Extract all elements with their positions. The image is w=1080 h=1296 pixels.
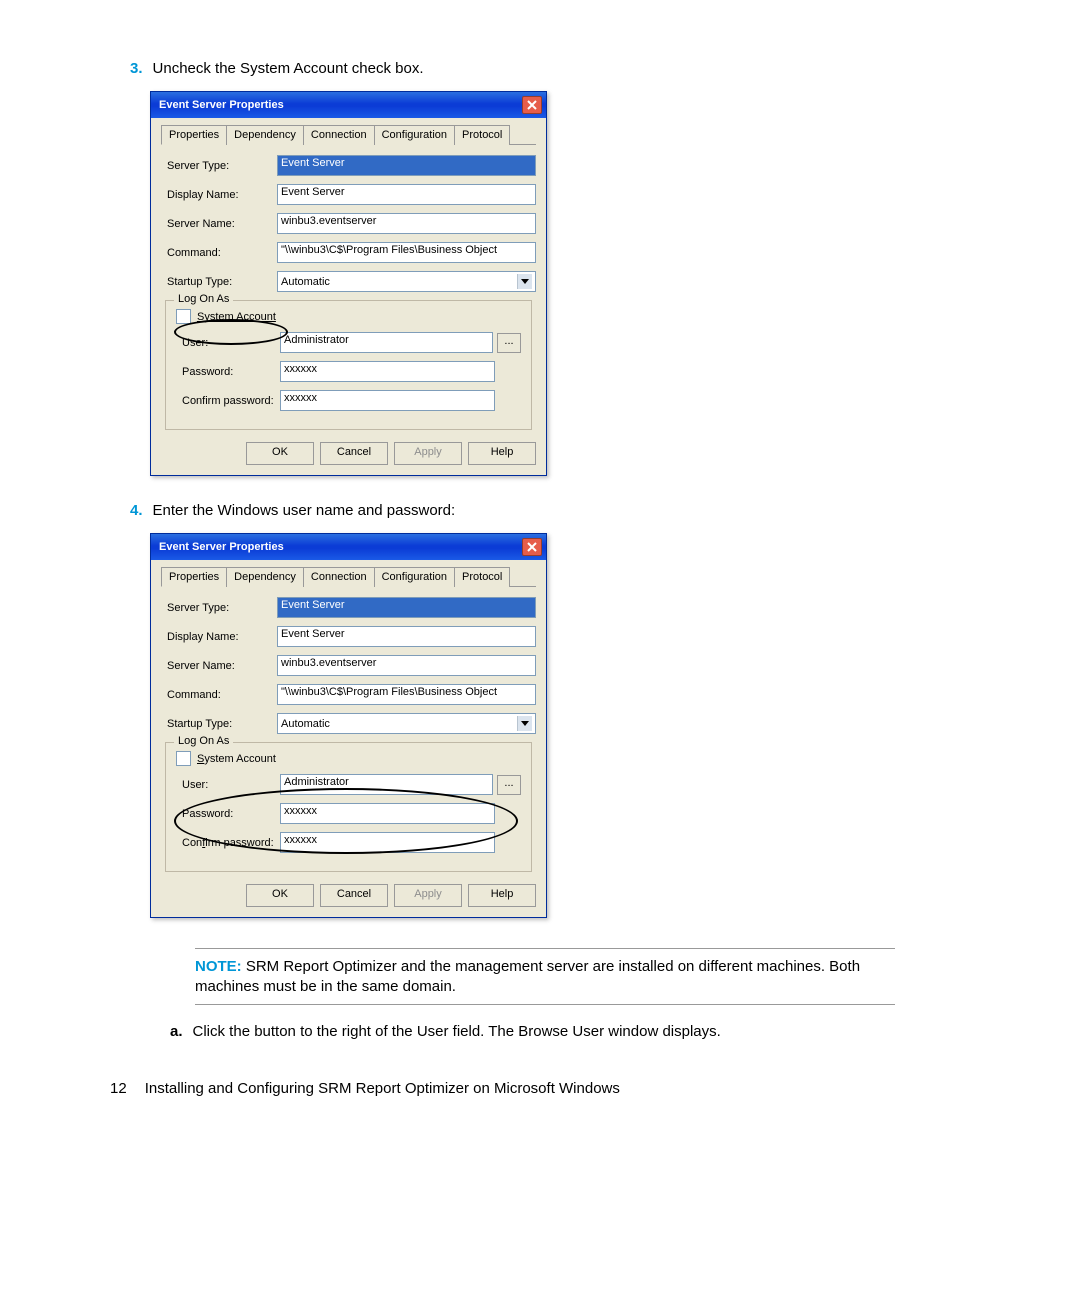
note-text: SRM Report Optimizer and the management …: [195, 958, 860, 995]
tab-dependency[interactable]: Dependency: [226, 567, 304, 587]
input-server-type[interactable]: Event Server: [277, 155, 536, 176]
input-server-type[interactable]: Event Server: [277, 597, 536, 618]
note-label: NOTE:: [195, 958, 242, 975]
titlebar[interactable]: Event Server Properties: [151, 92, 546, 118]
step-text: Enter the Windows user name and password…: [153, 502, 456, 519]
dialog-title: Event Server Properties: [159, 99, 284, 111]
checkbox-system-account[interactable]: [176, 309, 191, 324]
label-server-type: Server Type:: [161, 602, 277, 614]
label-startup-type: Startup Type:: [161, 718, 277, 730]
label-command: Command:: [161, 689, 277, 701]
apply-button[interactable]: Apply: [394, 442, 462, 465]
cancel-button[interactable]: Cancel: [320, 442, 388, 465]
tab-connection[interactable]: Connection: [303, 125, 375, 145]
browse-user-button[interactable]: ...: [497, 333, 521, 353]
substep-a: a. Click the button to the right of the …: [170, 1023, 970, 1040]
tab-configuration[interactable]: Configuration: [374, 125, 455, 145]
label-startup-type: Startup Type:: [161, 276, 277, 288]
step-text: Uncheck the System Account check box.: [153, 60, 424, 77]
ok-button[interactable]: OK: [246, 884, 314, 907]
select-startup-type[interactable]: Automatic: [277, 713, 536, 734]
dialog-event-server-properties-2: Event Server Properties Properties Depen…: [150, 533, 547, 918]
label-command: Command:: [161, 247, 277, 259]
label-user: User:: [176, 779, 280, 791]
input-password[interactable]: xxxxxx: [280, 361, 495, 382]
input-display-name[interactable]: Event Server: [277, 626, 536, 647]
label-system-account: System Account: [197, 753, 276, 765]
label-server-type: Server Type:: [161, 160, 277, 172]
input-confirm[interactable]: xxxxxx: [280, 832, 495, 853]
tab-properties[interactable]: Properties: [161, 125, 227, 145]
input-confirm[interactable]: xxxxxx: [280, 390, 495, 411]
page-footer: 12 Installing and Configuring SRM Report…: [110, 1080, 970, 1097]
chevron-down-icon: [517, 716, 532, 731]
tab-protocol[interactable]: Protocol: [454, 125, 510, 145]
step-number: 3.: [130, 60, 143, 77]
browse-user-button[interactable]: ...: [497, 775, 521, 795]
tab-protocol[interactable]: Protocol: [454, 567, 510, 587]
help-button[interactable]: Help: [468, 442, 536, 465]
fieldset-logon: Log On As System Account User: Administr…: [165, 300, 532, 430]
note-block: NOTE: SRM Report Optimizer and the manag…: [195, 948, 895, 1005]
step-3: 3. Uncheck the System Account check box.: [130, 60, 970, 77]
step-number: 4.: [130, 502, 143, 519]
help-button[interactable]: Help: [468, 884, 536, 907]
tab-configuration[interactable]: Configuration: [374, 567, 455, 587]
label-confirm: Confirm password:: [176, 837, 280, 849]
checkbox-system-account[interactable]: [176, 751, 191, 766]
label-server-name: Server Name:: [161, 218, 277, 230]
tab-dependency[interactable]: Dependency: [226, 125, 304, 145]
label-confirm: Confirm password:: [176, 395, 280, 407]
select-startup-type[interactable]: Automatic: [277, 271, 536, 292]
label-password: Password:: [176, 808, 280, 820]
apply-button[interactable]: Apply: [394, 884, 462, 907]
titlebar[interactable]: Event Server Properties: [151, 534, 546, 560]
cancel-button[interactable]: Cancel: [320, 884, 388, 907]
tab-properties[interactable]: Properties: [161, 567, 227, 587]
label-system-account: System Account: [197, 311, 276, 323]
label-server-name: Server Name:: [161, 660, 277, 672]
input-password[interactable]: xxxxxx: [280, 803, 495, 824]
dialog-event-server-properties: Event Server Properties Properties Depen…: [150, 91, 547, 476]
input-display-name[interactable]: Event Server: [277, 184, 536, 205]
ok-button[interactable]: OK: [246, 442, 314, 465]
page-number: 12: [110, 1080, 127, 1097]
input-server-name[interactable]: winbu3.eventserver: [277, 655, 536, 676]
label-display-name: Display Name:: [161, 631, 277, 643]
label-display-name: Display Name:: [161, 189, 277, 201]
tab-connection[interactable]: Connection: [303, 567, 375, 587]
input-server-name[interactable]: winbu3.eventserver: [277, 213, 536, 234]
close-icon[interactable]: [522, 538, 542, 556]
legend-logon: Log On As: [174, 735, 233, 747]
dialog-title: Event Server Properties: [159, 541, 284, 553]
footer-title: Installing and Configuring SRM Report Op…: [145, 1080, 620, 1097]
input-command[interactable]: "\\winbu3\C$\Program Files\Business Obje…: [277, 242, 536, 263]
tabstrip: Properties Dependency Connection Configu…: [161, 124, 536, 145]
tabstrip: Properties Dependency Connection Configu…: [161, 566, 536, 587]
close-icon[interactable]: [522, 96, 542, 114]
fieldset-logon: Log On As System Account User: Administr…: [165, 742, 532, 872]
input-command[interactable]: "\\winbu3\C$\Program Files\Business Obje…: [277, 684, 536, 705]
substep-text: Click the button to the right of the Use…: [193, 1023, 721, 1040]
label-password: Password:: [176, 366, 280, 378]
chevron-down-icon: [517, 274, 532, 289]
input-user[interactable]: Administrator: [280, 774, 493, 795]
label-user: User:: [176, 337, 280, 349]
input-user[interactable]: Administrator: [280, 332, 493, 353]
step-4: 4. Enter the Windows user name and passw…: [130, 502, 970, 519]
legend-logon: Log On As: [174, 293, 233, 305]
substep-number: a.: [170, 1023, 183, 1040]
